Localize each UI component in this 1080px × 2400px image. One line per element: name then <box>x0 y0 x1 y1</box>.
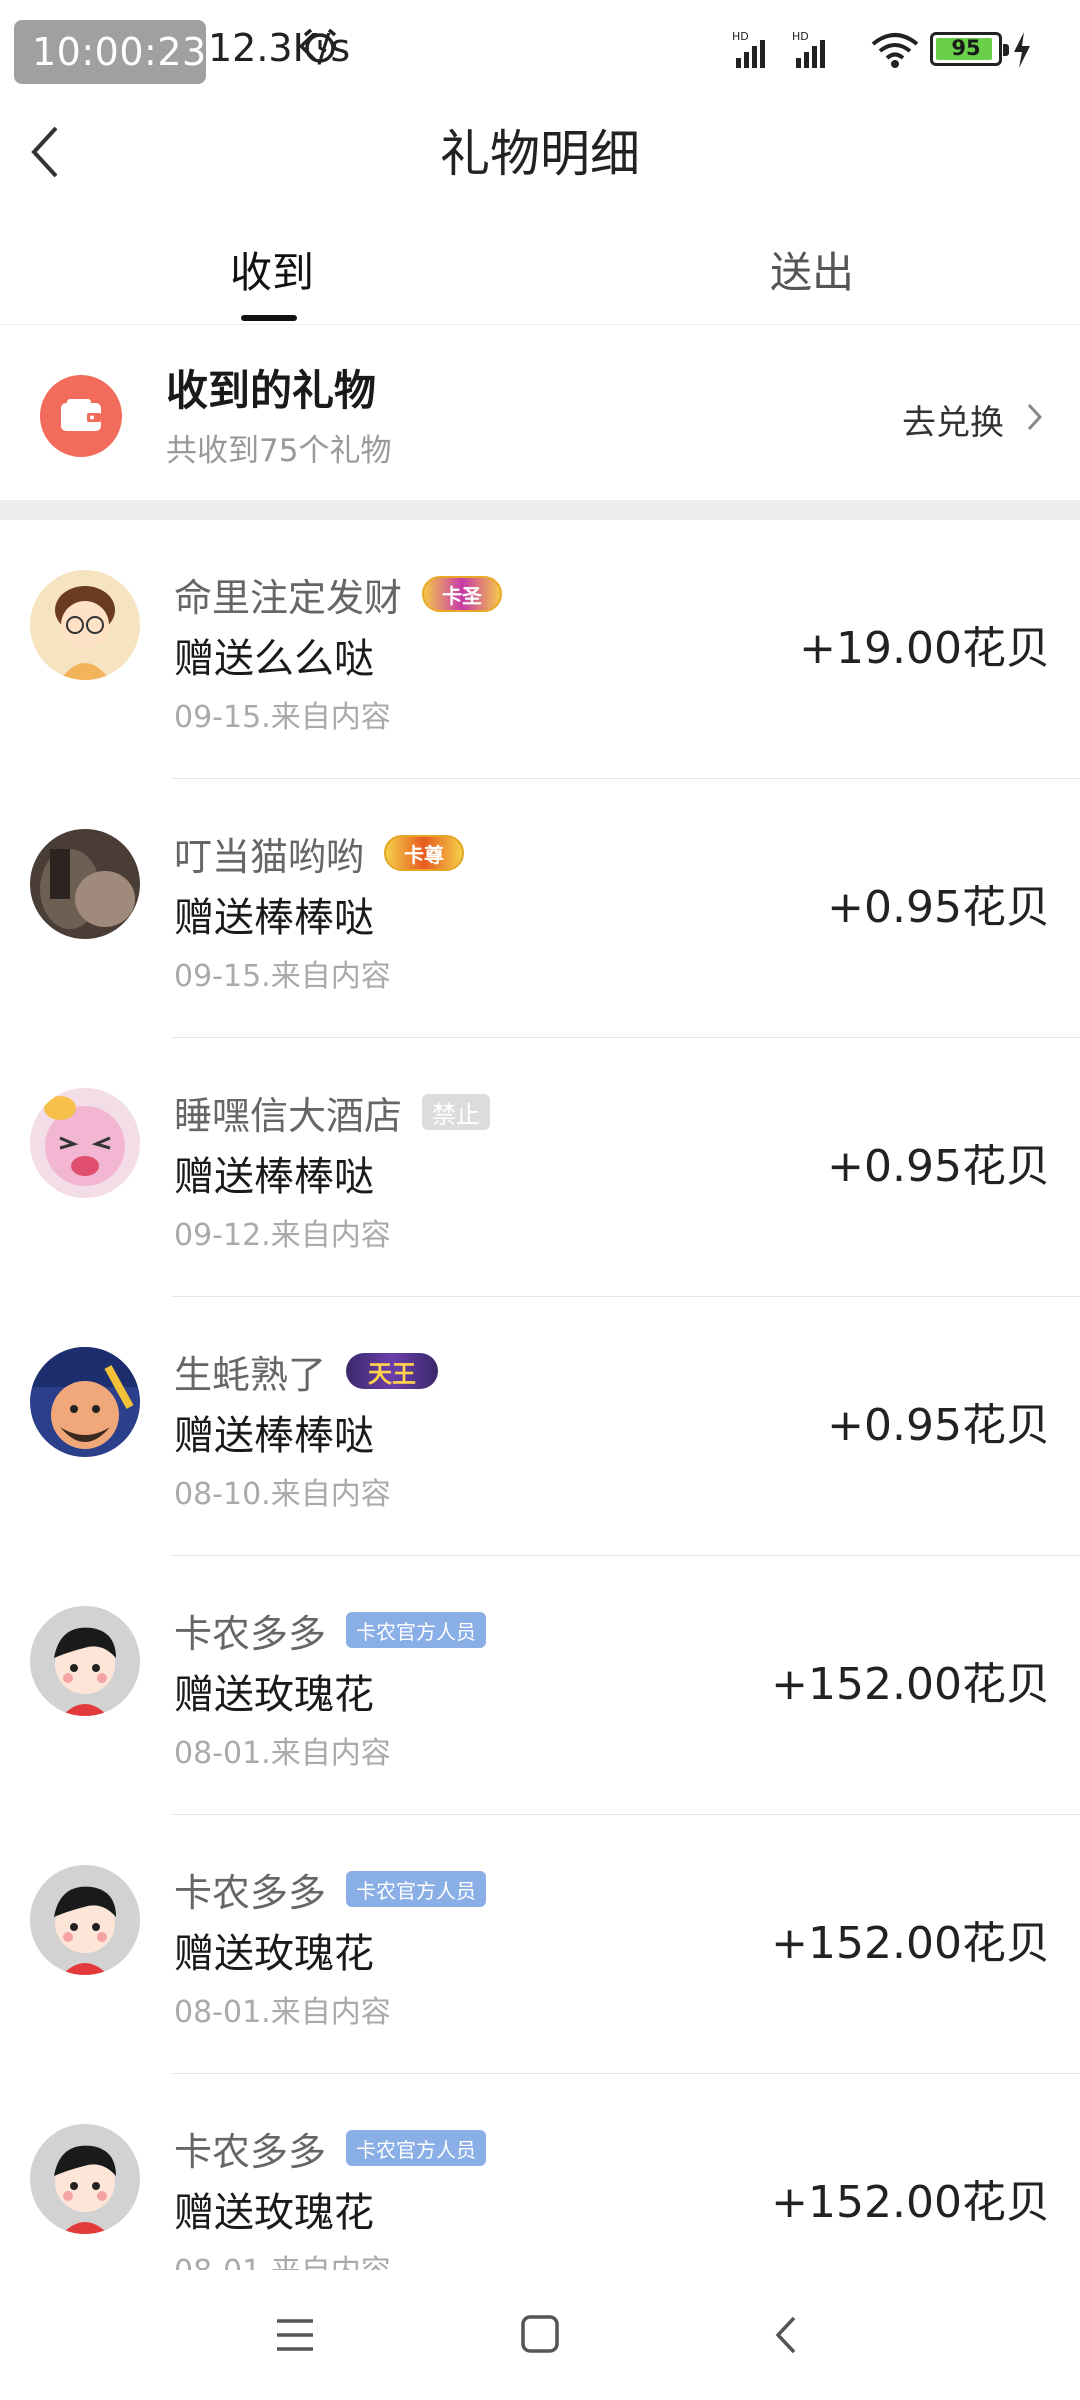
gift-meta: 08-10.来自内容 <box>174 1477 391 1512</box>
redeem-link[interactable]: 去兑换 <box>902 395 1004 444</box>
gift-description: 赠送棒棒哒 <box>174 895 374 941</box>
gift-meta: 09-12.来自内容 <box>174 1218 391 1253</box>
sender-line: 叮当猫哟哟 卡尊 <box>174 826 465 881</box>
gift-description: 赠送玫瑰花 <box>174 1931 374 1977</box>
menu-icon[interactable] <box>273 2315 317 2355</box>
avatar[interactable] <box>30 829 140 939</box>
gift-row[interactable]: 睡嘿信大酒店 禁止 赠送棒棒哒 09-12.来自内容 +0.95花贝 <box>0 1038 1080 1297</box>
charging-icon <box>1014 32 1030 68</box>
gift-meta: 09-15.来自内容 <box>174 959 391 994</box>
avatar[interactable] <box>30 1865 140 1975</box>
battery-level: 95 <box>951 36 981 60</box>
sender-line: 卡农多多 卡农官方人员 <box>174 2121 487 2176</box>
gift-row[interactable]: 卡农多多 卡农官方人员 赠送玫瑰花 08-01.来自内容 +152.00花贝 <box>0 1815 1080 2074</box>
gift-row[interactable]: 生蚝熟了 天王 赠送棒棒哒 08-10.来自内容 +0.95花贝 <box>0 1297 1080 1556</box>
gift-amount: +19.00花贝 <box>799 623 1050 674</box>
gift-amount: +152.00花贝 <box>771 2177 1050 2228</box>
svg-text:HD: HD <box>732 30 749 43</box>
gift-list: 命里注定发财 卡圣 赠送么么哒 09-15.来自内容 +19.00花贝 叮当猫哟… <box>0 520 1080 2333</box>
official-badge: 卡农官方人员 <box>346 2130 487 2166</box>
battery-icon: 95 <box>930 32 1009 66</box>
sender-line: 卡农多多 卡农官方人员 <box>174 1603 487 1658</box>
avatar[interactable] <box>30 1606 140 1716</box>
gift-row[interactable]: 卡农多多 卡农官方人员 赠送玫瑰花 08-01.来自内容 +152.00花贝 <box>0 1556 1080 1815</box>
sender-name[interactable]: 卡农多多 <box>174 1603 326 1658</box>
gift-description: 赠送玫瑰花 <box>174 1672 374 1718</box>
level-badge: 天王 <box>346 1353 439 1389</box>
gift-amount: +152.00花贝 <box>771 1659 1050 1710</box>
gift-meta: 09-15.来自内容 <box>174 700 391 735</box>
tab-received[interactable]: 收到 <box>230 239 314 300</box>
gift-amount: +0.95花贝 <box>827 1141 1050 1192</box>
status-badge: 禁止 <box>422 1094 491 1130</box>
summary-subtitle: 共收到75个礼物 <box>166 433 392 469</box>
summary-title: 收到的礼物 <box>166 366 377 415</box>
svg-text:HD: HD <box>792 30 809 43</box>
sender-line: 睡嘿信大酒店 禁止 <box>174 1085 491 1140</box>
status-bar: 10:00:23 12.3K/s HD HD 95 <box>0 0 1080 100</box>
avatar[interactable] <box>30 1347 140 1457</box>
avatar[interactable] <box>30 1088 140 1198</box>
home-icon[interactable] <box>518 2312 562 2356</box>
time-text: 10:00:23 <box>32 30 207 74</box>
gift-row[interactable]: 叮当猫哟哟 卡尊 赠送棒棒哒 09-15.来自内容 +0.95花贝 <box>0 779 1080 1038</box>
sender-line: 卡农多多 卡农官方人员 <box>174 1862 487 1917</box>
gift-description: 赠送棒棒哒 <box>174 1413 374 1459</box>
signal-icon-2: HD <box>792 30 825 68</box>
chevron-right-icon[interactable] <box>1024 399 1046 435</box>
official-badge: 卡农官方人员 <box>346 1612 487 1648</box>
system-nav-bar <box>0 2270 1080 2400</box>
wallet-icon <box>40 375 122 457</box>
tab-sent[interactable]: 送出 <box>770 239 854 300</box>
gift-amount: +0.95花贝 <box>827 882 1050 933</box>
sender-name[interactable]: 睡嘿信大酒店 <box>174 1085 402 1140</box>
signal-icon: HD <box>732 30 765 68</box>
wifi-icon <box>871 33 919 68</box>
back-icon[interactable] <box>770 2312 800 2358</box>
active-tab-indicator <box>241 315 297 321</box>
gift-meta: 08-01.来自内容 <box>174 1736 391 1771</box>
sender-name[interactable]: 命里注定发财 <box>174 567 402 622</box>
section-divider <box>0 500 1080 520</box>
gift-description: 赠送玫瑰花 <box>174 2190 374 2236</box>
time-display: 10:00:23 <box>14 20 206 84</box>
sender-line: 生蚝熟了 天王 <box>174 1344 439 1399</box>
sender-name[interactable]: 叮当猫哟哟 <box>174 826 364 881</box>
tab-bar: 收到 送出 <box>0 215 1080 325</box>
gift-summary: 收到的礼物 共收到75个礼物 去兑换 <box>0 325 1080 500</box>
gift-description: 赠送么么哒 <box>174 636 374 682</box>
sender-name[interactable]: 生蚝熟了 <box>174 1344 326 1399</box>
sender-line: 命里注定发财 卡圣 <box>174 567 503 622</box>
alarm-icon <box>303 28 337 63</box>
page-title: 礼物明细 <box>440 125 640 183</box>
level-badge: 卡尊 <box>384 835 465 871</box>
level-badge: 卡圣 <box>422 576 503 612</box>
gift-amount: +152.00花贝 <box>771 1918 1050 1969</box>
official-badge: 卡农官方人员 <box>346 1871 487 1907</box>
avatar[interactable] <box>30 2124 140 2234</box>
gift-row[interactable]: 命里注定发财 卡圣 赠送么么哒 09-15.来自内容 +19.00花贝 <box>0 520 1080 779</box>
gift-amount: +0.95花贝 <box>827 1400 1050 1451</box>
avatar[interactable] <box>30 570 140 680</box>
sender-name[interactable]: 卡农多多 <box>174 1862 326 1917</box>
sender-name[interactable]: 卡农多多 <box>174 2121 326 2176</box>
gift-meta: 08-01.来自内容 <box>174 1995 391 2030</box>
gift-description: 赠送棒棒哒 <box>174 1154 374 1200</box>
